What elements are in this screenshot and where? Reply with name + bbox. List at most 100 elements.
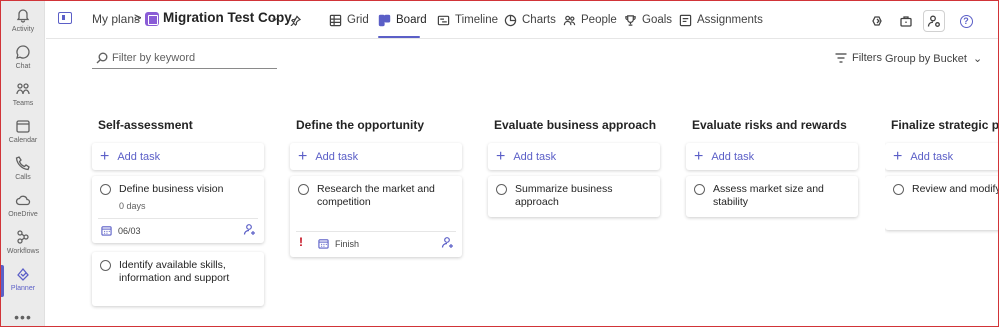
add-task-label: Add task (513, 150, 557, 163)
bucket-title[interactable]: Finalize strategic plan (891, 118, 998, 132)
plus-icon: + (893, 147, 903, 165)
plan-icon (145, 12, 159, 26)
rail-item-activity[interactable]: Activity (1, 7, 45, 43)
complete-task-checkbox[interactable] (100, 260, 111, 271)
add-task-button[interactable]: + Add task (92, 143, 264, 170)
add-task-button[interactable]: + Add task (885, 143, 998, 170)
add-task-label: Add task (117, 150, 161, 163)
add-task-label: Add task (910, 150, 954, 163)
help-icon: ? (959, 14, 973, 28)
calendar-icon (318, 239, 329, 249)
grid-icon (329, 14, 342, 26)
tab-board[interactable]: Board (378, 1, 427, 39)
add-task-button[interactable]: + Add task (488, 143, 660, 170)
help-button[interactable]: ? (955, 10, 977, 32)
add-task-label: Add task (711, 150, 755, 163)
chevron-down-icon[interactable]: ⌄ (270, 11, 279, 24)
rail-label: Calendar (8, 137, 38, 144)
task-title: Identify available skills, information a… (119, 259, 230, 284)
share-plan-button[interactable] (923, 10, 945, 32)
priority-urgent-icon: ! (299, 235, 303, 249)
tab-charts[interactable]: Charts (504, 1, 556, 39)
complete-task-checkbox[interactable] (298, 184, 309, 195)
tab-assignments[interactable]: Assignments (679, 1, 763, 39)
plan-header: My plans > Migration Test Copy ⌄ Grid Bo… (46, 1, 998, 39)
tab-label: People (581, 14, 617, 26)
task-card[interactable]: Identify available skills, information a… (92, 252, 264, 306)
rail-item-calendar[interactable]: Calendar (1, 118, 45, 154)
planner-icon (17, 267, 29, 281)
pin-icon[interactable] (290, 13, 302, 27)
search-icon (96, 52, 108, 64)
task-card[interactable]: Review and modify the plan (885, 176, 998, 230)
panel-toggle-icon[interactable] (58, 12, 72, 24)
bucket-title[interactable]: Define the opportunity (296, 118, 424, 132)
rail-item-planner[interactable]: Planner (1, 266, 45, 302)
assign-person-icon[interactable] (441, 236, 454, 249)
task-card[interactable]: Assess market size and stability (686, 176, 858, 217)
plan-settings-button[interactable] (895, 10, 917, 32)
rail-label: OneDrive (8, 211, 38, 218)
tab-label: Assignments (697, 14, 763, 26)
plus-icon: + (298, 147, 308, 165)
rail-item-workflows[interactable]: Workflows (1, 229, 45, 265)
breadcrumb-separator: > (134, 10, 142, 25)
briefcase-icon (900, 16, 912, 27)
trophy-icon (625, 14, 636, 26)
plus-icon: + (496, 147, 506, 165)
due-date-text: Finish (335, 238, 360, 249)
bucket-title[interactable]: Evaluate business approach (494, 118, 656, 132)
complete-task-checkbox[interactable] (694, 184, 705, 195)
due-date-text: 06/03 (118, 225, 141, 236)
copilot-button[interactable] (867, 10, 889, 32)
breadcrumb-my-plans[interactable]: My plans (92, 12, 140, 26)
group-by-dropdown[interactable]: Group by Bucket ⌄ (885, 52, 983, 66)
bucket-title[interactable]: Evaluate risks and rewards (692, 118, 847, 132)
card-divider (296, 231, 456, 232)
rail-label: Chat (15, 63, 31, 70)
cloud-icon (15, 195, 31, 206)
rail-item-calls[interactable]: Calls (1, 155, 45, 191)
assign-person-icon[interactable] (243, 223, 256, 236)
tab-goals[interactable]: Goals (624, 1, 672, 39)
rail-item-chat[interactable]: Chat (1, 44, 45, 80)
task-title: Assess market size and stability (713, 183, 824, 208)
tab-timeline[interactable]: Timeline (437, 1, 498, 39)
tab-label: Charts (522, 14, 556, 26)
rail-item-onedrive[interactable]: OneDrive (1, 192, 45, 228)
charts-icon (504, 14, 517, 26)
workflows-icon (17, 230, 29, 244)
rail-item-teams[interactable]: Teams (1, 81, 45, 117)
task-card[interactable]: Research the market and competition ! Fi… (290, 176, 462, 257)
tab-label: Grid (347, 14, 369, 26)
add-task-label: Add task (315, 150, 359, 163)
task-card[interactable]: Define business vision 0 days 06/03 (92, 176, 264, 243)
assignments-icon (679, 14, 692, 26)
app-rail: Activity Chat Teams Calendar Calls OneDr… (1, 1, 45, 326)
complete-task-checkbox[interactable] (100, 184, 111, 195)
filter-by-keyword[interactable] (92, 49, 277, 69)
task-title: Research the market and competition (317, 183, 435, 208)
filter-input[interactable] (112, 49, 272, 67)
plus-icon: + (694, 147, 704, 165)
tab-grid[interactable]: Grid (329, 1, 369, 39)
plus-icon: + (100, 147, 110, 165)
add-task-button[interactable]: + Add task (686, 143, 858, 170)
task-title: Define business vision (119, 183, 224, 195)
complete-task-checkbox[interactable] (496, 184, 507, 195)
task-title: Summarize business approach (515, 183, 613, 208)
add-task-button[interactable]: + Add task (290, 143, 462, 170)
chat-icon (16, 45, 30, 59)
card-divider (98, 218, 258, 219)
timeline-icon (437, 15, 450, 25)
calendar-icon (16, 120, 30, 133)
bucket-title[interactable]: Self-assessment (98, 118, 193, 132)
more-apps-button[interactable]: ••• (1, 309, 45, 325)
tab-label: Board (396, 14, 427, 26)
task-due-date: Finish (318, 238, 359, 249)
tab-people[interactable]: People (563, 1, 617, 39)
filters-button[interactable]: Filters (835, 52, 882, 64)
chevron-down-icon: ⌄ (972, 53, 983, 65)
task-card[interactable]: Summarize business approach (488, 176, 660, 217)
complete-task-checkbox[interactable] (893, 184, 904, 195)
